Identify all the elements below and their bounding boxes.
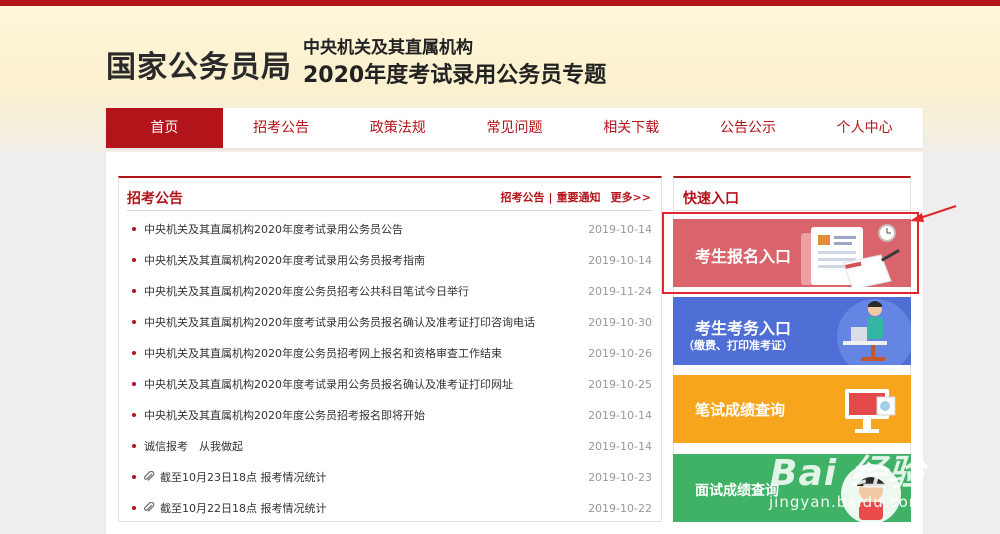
registration-entry-button[interactable]: 考生报名入口 <box>673 219 911 287</box>
exam-affairs-entry-sublabel: （缴费、打印准考证） <box>683 339 793 352</box>
bullet-icon <box>132 506 136 510</box>
news-link[interactable]: 中央机关及其直属机构2020年度公务员招考公共科目笔试今日举行 <box>144 276 469 307</box>
news-link[interactable]: 中央机关及其直属机构2020年度考试录用公务员报考指南 <box>144 245 425 276</box>
baidu-watermark: Bai 经验 <box>770 453 925 494</box>
news-panel-title: 招考公告 <box>127 191 183 207</box>
header-title: 2020年度考试录用公务员专题 <box>303 63 607 88</box>
list-item: 截至10月23日18点 报考情况统计 2019-10-23 <box>119 462 661 493</box>
news-date: 2019-10-14 <box>588 440 652 453</box>
news-date: 2019-10-22 <box>588 502 652 515</box>
news-link[interactable]: 中央机关及其直属机构2020年度公务员招考报名即将开始 <box>144 400 425 431</box>
bullet-icon <box>132 320 136 324</box>
list-item: 中央机关及其直属机构2020年度考试录用公务员报名确认及准考证打印网址 2019… <box>119 369 661 400</box>
bullet-icon <box>132 444 136 448</box>
news-date: 2019-10-14 <box>588 223 652 236</box>
attachment-icon <box>143 471 155 481</box>
header-subtitle: 中央机关及其直属机构 <box>303 38 473 58</box>
main-nav: 首页 招考公告 政策法规 常见问题 相关下载 公告公示 个人中心 <box>106 108 923 148</box>
more-link[interactable]: 更多>> <box>611 191 651 204</box>
quick-entry-title: 快速入口 <box>683 191 739 207</box>
list-item: 截至10月22日18点 报考情况统计 2019-10-22 <box>119 493 661 524</box>
news-date: 2019-10-14 <box>588 254 652 267</box>
nav-item-notices[interactable]: 公告公示 <box>690 108 807 148</box>
registration-entry-label: 考生报名入口 <box>695 247 792 266</box>
bullet-icon <box>132 289 136 293</box>
nav-item-faq[interactable]: 常见问题 <box>456 108 573 148</box>
monitor-icon <box>845 389 896 433</box>
person-desk-icon <box>837 299 911 365</box>
nav-item-personal-center[interactable]: 个人中心 <box>806 108 923 148</box>
news-panel-links: 招考公告 | 重要通知 更多>> <box>501 189 651 205</box>
list-item: 诚信报考 从我做起 2019-10-14 <box>119 431 661 462</box>
interview-score-query-label: 面试成绩查询 <box>695 483 779 499</box>
divider <box>127 210 653 211</box>
bullet-icon <box>132 227 136 231</box>
divider <box>674 210 910 211</box>
news-link[interactable]: 中央机关及其直属机构2020年度公务员招考网上报名和资格审查工作结束 <box>144 338 502 369</box>
news-link[interactable]: 截至10月22日18点 报考情况统计 <box>160 493 327 524</box>
news-date: 2019-10-25 <box>588 378 652 391</box>
site-logo-text[interactable]: 国家公务员局 <box>106 42 292 86</box>
document-icon <box>801 224 900 287</box>
link-recruitment[interactable]: 招考公告 <box>501 191 545 204</box>
news-link[interactable]: 中央机关及其直属机构2020年度考试录用公务员报名确认及准考证打印网址 <box>144 369 513 400</box>
list-item: 中央机关及其直属机构2020年度公务员招考网上报名和资格审查工作结束 2019-… <box>119 338 661 369</box>
list-item: 中央机关及其直属机构2020年度考试录用公务员公告 2019-10-14 <box>119 214 661 245</box>
list-item: 中央机关及其直属机构2020年度考试录用公务员报名确认及准考证打印咨询电话 20… <box>119 307 661 338</box>
bullet-icon <box>132 413 136 417</box>
news-panel: 招考公告 招考公告 | 重要通知 更多>> 中央机关及其直属机构2020年度考试录用公… <box>118 176 662 522</box>
news-date: 2019-10-30 <box>588 316 652 329</box>
baidu-watermark-url: jingyan.baidu.com <box>769 493 925 511</box>
written-score-query-label: 笔试成绩查询 <box>695 401 786 419</box>
annotation-arrow-icon <box>910 205 957 222</box>
list-item: 中央机关及其直属机构2020年度公务员招考公共科目笔试今日举行 2019-11-… <box>119 276 661 307</box>
news-date: 2019-10-14 <box>588 409 652 422</box>
bullet-icon <box>132 475 136 479</box>
nav-item-downloads[interactable]: 相关下载 <box>573 108 690 148</box>
news-link[interactable]: 中央机关及其直属机构2020年度考试录用公务员公告 <box>144 214 403 245</box>
link-important-notice[interactable]: 重要通知 <box>557 191 601 204</box>
news-link[interactable]: 诚信报考 从我做起 <box>144 431 243 462</box>
attachment-icon <box>143 502 155 512</box>
news-date: 2019-11-24 <box>588 285 652 298</box>
list-item: 中央机关及其直属机构2020年度公务员招考报名即将开始 2019-10-14 <box>119 400 661 431</box>
bullet-icon <box>132 382 136 386</box>
news-list: 中央机关及其直属机构2020年度考试录用公务员公告 2019-10-14 中央机… <box>119 214 661 524</box>
written-score-query-button[interactable]: 笔试成绩查询 <box>673 375 911 443</box>
news-link[interactable]: 中央机关及其直属机构2020年度考试录用公务员报名确认及准考证打印咨询电话 <box>144 307 535 338</box>
nav-item-recruitment[interactable]: 招考公告 <box>223 108 340 148</box>
exam-affairs-entry-label: 考生考务入口 <box>695 319 792 338</box>
news-date: 2019-10-23 <box>588 471 652 484</box>
list-item: 中央机关及其直属机构2020年度考试录用公务员报考指南 2019-10-14 <box>119 245 661 276</box>
nav-item-policy[interactable]: 政策法规 <box>339 108 456 148</box>
nav-item-home[interactable]: 首页 <box>106 108 223 148</box>
link-separator: | <box>548 191 553 204</box>
bullet-icon <box>132 351 136 355</box>
news-date: 2019-10-26 <box>588 347 652 360</box>
bullet-icon <box>132 258 136 262</box>
news-link[interactable]: 截至10月23日18点 报考情况统计 <box>160 462 327 493</box>
exam-affairs-entry-button[interactable]: 考生考务入口 （缴费、打印准考证） <box>673 297 911 365</box>
